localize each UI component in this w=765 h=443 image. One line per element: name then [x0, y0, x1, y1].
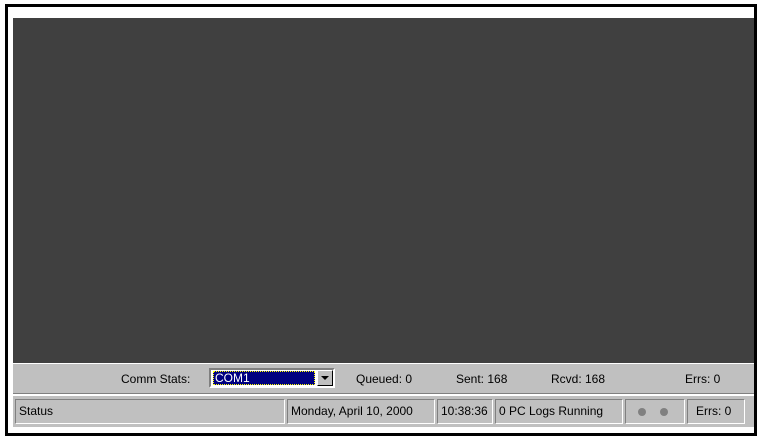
- rcvd-count: Rcvd: 168: [551, 372, 606, 386]
- status-logs: 0 PC Logs Running: [495, 399, 623, 424]
- errs-count: Errs: 0: [685, 372, 721, 386]
- status-time: 10:38:36: [437, 399, 493, 424]
- status-bar: Status Monday, April 10, 2000 10:38:36 0…: [13, 396, 754, 427]
- comm-stats-label: Comm Stats:: [121, 372, 191, 386]
- led-indicator-icon: [638, 408, 646, 416]
- status-text: Status: [15, 399, 285, 424]
- sent-count: Sent: 168: [456, 372, 508, 386]
- comm-port-select[interactable]: COM1: [209, 368, 335, 388]
- status-errs: Errs: 0: [687, 399, 745, 424]
- chevron-down-icon: [321, 376, 329, 380]
- led-indicator-icon: [660, 408, 668, 416]
- main-workspace: [13, 18, 754, 363]
- comm-stats-bar: Comm Stats: COM1 Queued: 0 Sent: 168 Rcv…: [13, 363, 754, 394]
- comm-port-value: COM1: [213, 371, 315, 385]
- queued-count: Queued: 0: [356, 372, 413, 386]
- dropdown-button[interactable]: [317, 370, 333, 386]
- status-leds: [625, 399, 685, 424]
- status-date: Monday, April 10, 2000: [287, 399, 435, 424]
